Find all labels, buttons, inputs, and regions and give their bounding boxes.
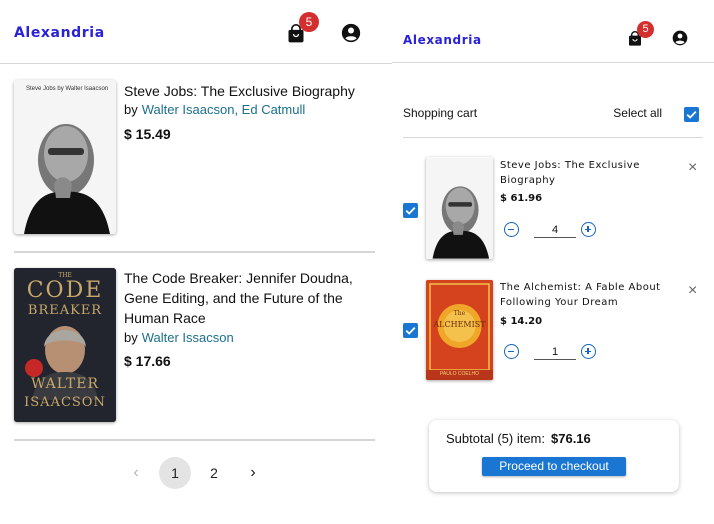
product-byline: by Walter Issacson <box>124 330 234 345</box>
remove-item-button[interactable]: × <box>688 160 697 176</box>
header-divider <box>392 62 714 63</box>
cover-the: The <box>453 310 466 317</box>
item-checkbox[interactable] <box>403 323 418 338</box>
account-circle-icon <box>341 23 361 43</box>
item-title[interactable]: The Alchemist: A Fable About Following Y… <box>500 280 680 310</box>
select-all-label: Select all <box>613 106 662 120</box>
cart-heading: Shopping cart <box>403 106 478 120</box>
order-summary: Subtotal (5) item: $76.16 Proceed to chec… <box>429 420 679 492</box>
product-title[interactable]: Steve Jobs: The Exclusive Biography <box>124 81 355 101</box>
decrease-quantity-button[interactable] <box>504 344 519 359</box>
item-price: $ 14.20 <box>500 316 543 327</box>
product-byline: by Walter Isaacson, Ed Catmull <box>124 102 305 117</box>
product-separator <box>14 439 375 441</box>
cart-item: The ALCHEMIST PAULO COELHO The Alchemist… <box>392 280 714 384</box>
product-card: Steve Jobs by Walter Isaacson Steve Jobs… <box>14 80 375 236</box>
checkmark-icon <box>686 110 697 119</box>
cover-author: PAULO COELHO <box>439 371 480 377</box>
quantity-input[interactable]: 1 <box>534 344 576 360</box>
checkmark-icon <box>405 206 416 215</box>
cart-count-badge: 5 <box>637 21 654 38</box>
cart-item: Steve Jobs: The Exclusive Biography $ 61… <box>392 157 714 261</box>
increase-quantity-button[interactable] <box>581 222 596 237</box>
cover-code: CODE <box>26 278 104 303</box>
product-title[interactable]: The Code Breaker: Jennifer Doudna, Gene … <box>124 268 354 328</box>
item-thumbnail[interactable]: The ALCHEMIST PAULO COELHO <box>426 280 493 380</box>
product-price: $ 17.66 <box>124 353 171 369</box>
remove-item-button[interactable]: × <box>688 283 697 299</box>
cover-title-text: Steve Jobs by Walter Isaacson <box>26 86 109 92</box>
cover-author-first: WALTER <box>30 376 100 392</box>
header-divider <box>0 63 392 64</box>
listing-panel: Alexandria 5 Steve Jobs by Walter Isaacs… <box>0 0 392 524</box>
proceed-to-checkout-button[interactable]: Proceed to checkout <box>482 457 626 476</box>
cover-author-last: ISAACSON <box>24 395 106 410</box>
cart-divider <box>403 137 703 138</box>
cart-panel: Alexandria 5 Shopping cart Select all St… <box>392 0 714 524</box>
product-price: $ 15.49 <box>124 126 171 142</box>
subtotal-label: Subtotal (5) item: <box>446 431 545 446</box>
by-label: by <box>124 102 138 117</box>
subtotal-value: $76.16 <box>551 431 591 446</box>
book-cover-steve-jobs[interactable]: Steve Jobs by Walter Isaacson <box>14 80 116 234</box>
page-1-button[interactable]: 1 <box>159 457 191 489</box>
item-checkbox[interactable] <box>403 203 418 218</box>
book-cover-code-breaker[interactable]: THE CODE BREAKER WALTER ISAACSON <box>14 268 116 422</box>
author-link[interactable]: Walter Issacson <box>142 330 234 345</box>
by-label: by <box>124 330 138 345</box>
product-separator <box>14 251 375 253</box>
cart-count-badge: 5 <box>299 12 319 32</box>
subtotal-line: Subtotal (5) item: $76.16 <box>446 431 591 446</box>
item-title[interactable]: Steve Jobs: The Exclusive Biography <box>500 158 680 188</box>
account-circle-icon <box>672 30 688 46</box>
next-page-button[interactable]: › <box>237 457 269 489</box>
item-thumbnail[interactable] <box>426 157 493 259</box>
author-link[interactable]: Walter Isaacson, Ed Catmull <box>142 102 306 117</box>
checkmark-icon <box>405 326 416 335</box>
brand-logo[interactable]: Alexandria <box>14 25 105 41</box>
cart-button[interactable]: 5 <box>627 21 654 47</box>
increase-quantity-button[interactable] <box>581 344 596 359</box>
prev-page-button[interactable]: ‹ <box>120 457 152 489</box>
product-card: THE CODE BREAKER WALTER ISAACSON The Cod… <box>14 268 375 424</box>
cart-button[interactable]: 5 <box>286 12 319 44</box>
account-button[interactable] <box>672 30 688 51</box>
quantity-input[interactable]: 4 <box>534 222 576 238</box>
cover-breaker: BREAKER <box>27 303 103 318</box>
decrease-quantity-button[interactable] <box>504 222 519 237</box>
account-button[interactable] <box>341 23 361 48</box>
cover-alchemist: ALCHEMIST <box>433 320 486 329</box>
item-price: $ 61.96 <box>500 193 543 204</box>
brand-logo[interactable]: Alexandria <box>403 33 482 47</box>
select-all-checkbox[interactable] <box>684 107 699 122</box>
page-2-button[interactable]: 2 <box>198 457 230 489</box>
